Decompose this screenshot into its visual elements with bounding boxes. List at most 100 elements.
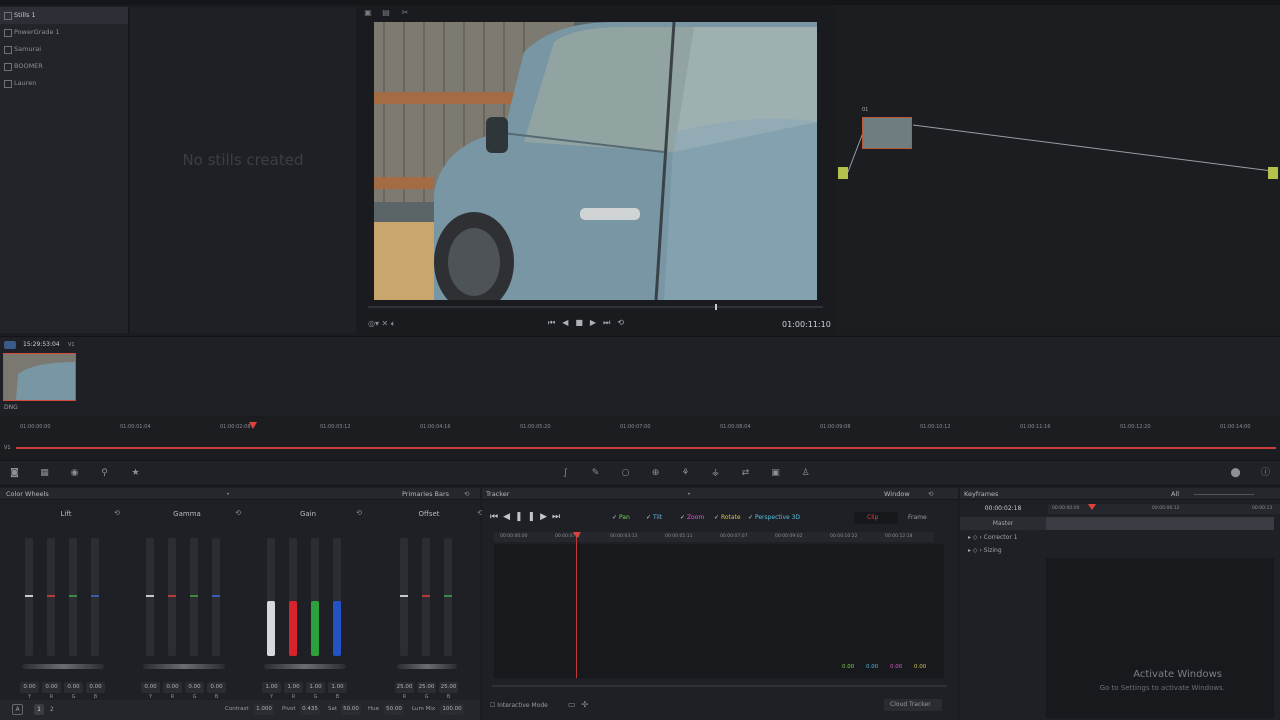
- tracker-mode-select[interactable]: Window: [884, 490, 910, 498]
- tracker-playhead-marker[interactable]: [573, 532, 581, 538]
- panel-menu-icon[interactable]: •: [226, 490, 230, 498]
- effects-icon[interactable]: ★: [130, 468, 141, 479]
- wheel-value[interactable]: 0.00: [185, 682, 204, 693]
- reset-icon[interactable]: ⟲: [356, 509, 362, 517]
- level-bar[interactable]: [190, 538, 198, 656]
- split-screen-icon[interactable]: ▤: [381, 8, 391, 17]
- playhead-marker[interactable]: [249, 422, 257, 429]
- master-wheel-dial[interactable]: [264, 664, 346, 669]
- viewer-image[interactable]: [374, 22, 817, 300]
- scrubber-handle[interactable]: [715, 304, 717, 310]
- clip-frame-toggle[interactable]: Clip: [854, 512, 898, 524]
- page-2-button[interactable]: 2: [50, 706, 54, 713]
- level-bar[interactable]: [168, 538, 176, 656]
- hdr-icon[interactable]: ⚲: [99, 468, 110, 479]
- reset-icon[interactable]: ⟲: [114, 509, 120, 517]
- blur-icon[interactable]: ⚶: [710, 468, 721, 479]
- wheel-value[interactable]: 0.00: [64, 682, 83, 693]
- curves-icon[interactable]: ∫: [560, 468, 571, 479]
- keyframe-row-sizing[interactable]: ▸ ◇ › Sizing: [960, 544, 1046, 557]
- master-wheel-dial[interactable]: [22, 664, 104, 669]
- track-check-rotate[interactable]: ✓ Rotate: [714, 514, 741, 521]
- keyframe-playhead[interactable]: [1088, 504, 1096, 510]
- tracker-playhead[interactable]: [576, 534, 577, 678]
- tracker-graph[interactable]: [494, 544, 944, 678]
- pivot-value[interactable]: 0.435: [300, 704, 320, 715]
- page-1-button[interactable]: 1: [34, 704, 44, 715]
- level-bar[interactable]: [267, 538, 275, 656]
- clip-thumbnail[interactable]: [3, 353, 76, 401]
- level-bar[interactable]: [333, 538, 341, 656]
- wheel-value[interactable]: 1.00: [284, 682, 303, 693]
- track-check-pan[interactable]: ✓ Pan: [612, 514, 630, 521]
- lummix-value[interactable]: 100.00: [440, 704, 464, 715]
- node-editor[interactable]: 01: [836, 5, 1280, 333]
- source-input-node[interactable]: [838, 167, 848, 179]
- wheel-value[interactable]: 0.00: [86, 682, 105, 693]
- zoom-slider[interactable]: [1194, 494, 1254, 495]
- wheel-value[interactable]: 1.00: [306, 682, 325, 693]
- level-bar[interactable]: [400, 538, 408, 656]
- level-bar[interactable]: [444, 538, 452, 656]
- cloud-tracker-select[interactable]: Cloud Tracker: [884, 699, 942, 711]
- album-item[interactable]: PowerGrade 1: [0, 24, 128, 41]
- reset-icon[interactable]: ⟲: [235, 509, 241, 517]
- wheel-value[interactable]: 25.00: [439, 682, 458, 693]
- clip-mode-button[interactable]: Clip: [867, 514, 878, 521]
- track-check-tilt[interactable]: ✓ Tilt: [646, 514, 662, 521]
- keyframe-row-master[interactable]: Master: [960, 517, 1046, 530]
- corrector-node[interactable]: [862, 117, 912, 149]
- 3d-icon[interactable]: ♙: [800, 468, 811, 479]
- wheel-value[interactable]: 25.00: [395, 682, 414, 693]
- album-item[interactable]: Samurai: [0, 41, 128, 58]
- highlight-icon[interactable]: ✂: [400, 8, 410, 17]
- level-bar[interactable]: [212, 538, 220, 656]
- wheel-value[interactable]: 25.00: [417, 682, 436, 693]
- qualifier-icon[interactable]: ✎: [590, 468, 601, 479]
- viewer-scrubber[interactable]: [368, 306, 823, 308]
- track-check-zoom[interactable]: ✓ Zoom: [680, 514, 704, 521]
- wheel-value[interactable]: 1.00: [262, 682, 281, 693]
- scopes-icon[interactable]: ⬤: [1230, 468, 1241, 479]
- level-bar[interactable]: [25, 538, 33, 656]
- key-icon[interactable]: ⇄: [740, 468, 751, 479]
- output-node[interactable]: [1268, 167, 1278, 179]
- viewer-mode-icon[interactable]: ▣: [363, 8, 373, 17]
- magic-mask-icon[interactable]: ⚘: [680, 468, 691, 479]
- wheel-value[interactable]: 0.00: [20, 682, 39, 693]
- panel-menu-icon[interactable]: •: [687, 490, 691, 498]
- info-icon[interactable]: ⓘ: [1260, 468, 1271, 479]
- timeline-clip-bar[interactable]: [16, 447, 1276, 449]
- tracker-scroll[interactable]: [492, 685, 947, 687]
- level-bar[interactable]: [146, 538, 154, 656]
- keyframe-row-corrector[interactable]: ▸ ◇ › Corrector 1: [960, 531, 1046, 544]
- level-bar[interactable]: [422, 538, 430, 656]
- master-wheel-dial[interactable]: [397, 664, 457, 669]
- wheel-value[interactable]: 0.00: [207, 682, 226, 693]
- wheels-mode-select[interactable]: Primaries Bars: [402, 490, 449, 498]
- level-bar[interactable]: [91, 538, 99, 656]
- wheel-value[interactable]: 0.00: [42, 682, 61, 693]
- mini-timeline[interactable]: 01:00:00:00 01:00:01:04 01:00:02:08 01:00:0…: [0, 418, 1280, 458]
- wheel-value[interactable]: 1.00: [328, 682, 347, 693]
- album-item[interactable]: BOOMER: [0, 58, 128, 75]
- point-tools-icon[interactable]: ▭✣: [568, 700, 594, 709]
- level-bar[interactable]: [69, 538, 77, 656]
- wheel-value[interactable]: 0.00: [163, 682, 182, 693]
- keyframe-filter-select[interactable]: All: [1171, 490, 1179, 498]
- master-wheel-dial[interactable]: [143, 664, 225, 669]
- album-item[interactable]: Stills 1: [0, 7, 128, 24]
- camera-raw-icon[interactable]: ◙: [9, 468, 20, 479]
- auto-balance-button[interactable]: A: [12, 704, 23, 715]
- transport-controls[interactable]: ⏮◀■▶⏭⟲: [548, 318, 631, 328]
- track-transport-controls[interactable]: ⏮◀❚❚▶⏭: [490, 512, 565, 522]
- level-bar[interactable]: [311, 538, 319, 656]
- interactive-mode-checkbox[interactable]: ☐ Interactive Mode: [490, 702, 548, 709]
- reset-icon[interactable]: ⟲: [464, 490, 469, 498]
- level-bar[interactable]: [289, 538, 297, 656]
- album-item[interactable]: Lauren: [0, 75, 128, 92]
- sizing-icon[interactable]: ▣: [770, 468, 781, 479]
- window-icon[interactable]: ○: [620, 468, 631, 479]
- reset-icon[interactable]: ⟲: [928, 490, 933, 498]
- color-wheels-icon[interactable]: ◉: [69, 468, 80, 479]
